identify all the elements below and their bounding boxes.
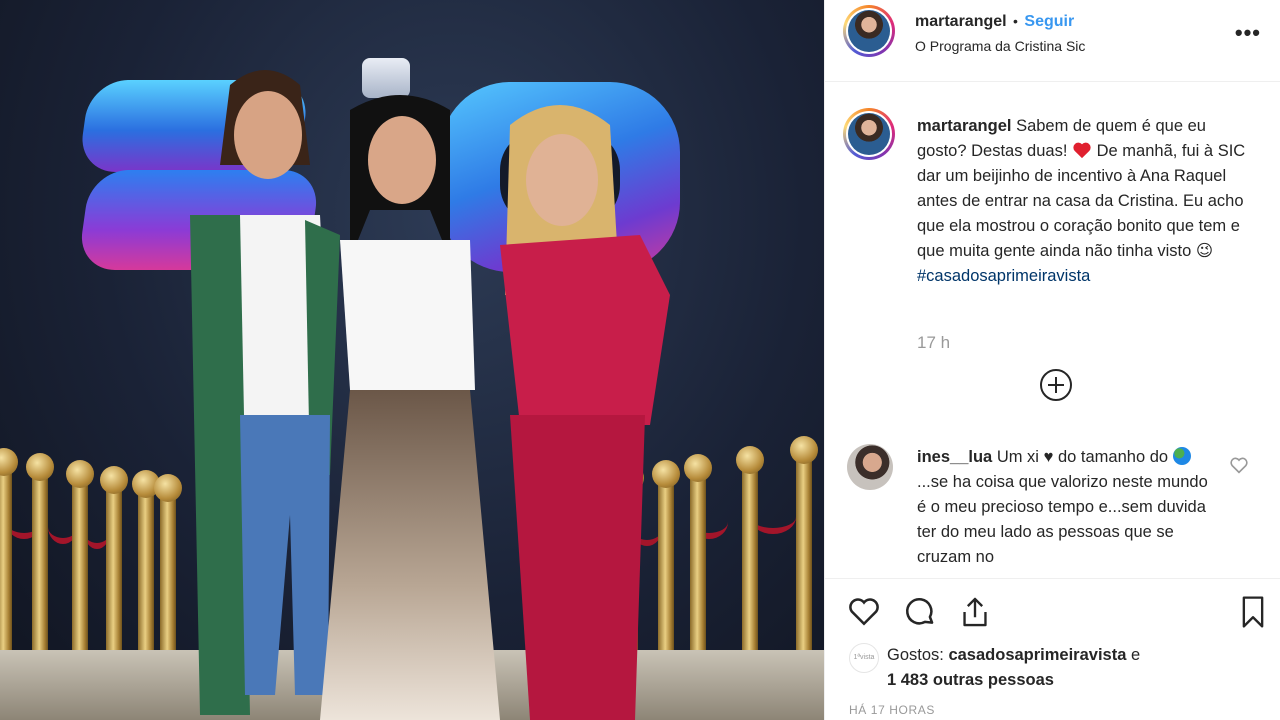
header-text: martarangel • Seguir O Programa da Crist…: [915, 10, 1085, 57]
post-caption: martarangel Sabem de quem é que eu gosto…: [917, 114, 1257, 289]
post-timestamp[interactable]: HÁ 17 HORAS: [849, 703, 935, 717]
person-right: [500, 105, 670, 720]
header-separator: •: [1013, 13, 1018, 29]
red-heart-icon: [1073, 142, 1091, 159]
post-photo[interactable]: [0, 0, 824, 720]
caption-avatar[interactable]: [843, 108, 895, 160]
comment: ines__lua Um xi ♥ do tamanho do ...se ha…: [917, 445, 1217, 570]
globe-icon: [1172, 447, 1191, 465]
black-heart-icon: ♥: [1043, 448, 1054, 466]
heart-outline-icon[interactable]: [847, 595, 881, 627]
comment-text-1: Um xi: [996, 448, 1039, 466]
author-avatar[interactable]: [843, 5, 895, 57]
caption-hashtag[interactable]: #casadosaprimeiravista: [917, 267, 1090, 285]
author-username[interactable]: martarangel: [915, 13, 1007, 30]
post-actions: 1ªvista Gostos: casadosaprimeiravista e …: [825, 578, 1280, 720]
stanchion-post: [0, 448, 18, 680]
caption-time: 17 h: [917, 333, 951, 352]
likes-prefix: Gostos:: [887, 646, 944, 664]
post-location[interactable]: O Programa da Cristina Sic: [915, 35, 1085, 57]
more-icon[interactable]: •••: [1235, 20, 1261, 46]
author-avatar-image: [848, 10, 890, 52]
comment-username[interactable]: ines__lua: [917, 448, 992, 466]
plus-circle-icon[interactable]: [1040, 369, 1072, 401]
first-liker[interactable]: casadosaprimeiravista: [948, 646, 1126, 664]
others-likes-link[interactable]: 1 483 outras pessoas: [887, 671, 1054, 689]
comment-text-2: do tamanho do: [1057, 448, 1169, 466]
comment-like-icon[interactable]: [1229, 456, 1249, 474]
comment-text-3: ...se ha coisa que valorizo neste mundo …: [917, 473, 1208, 566]
bookmark-icon[interactable]: [1239, 595, 1267, 629]
wink-emoji-icon: 😉: [1195, 242, 1214, 260]
share-icon[interactable]: [959, 595, 991, 629]
comment-icon[interactable]: [903, 595, 937, 629]
post-side-panel: martarangel • Seguir O Programa da Crist…: [824, 0, 1280, 720]
likes-connector: e: [1131, 646, 1141, 664]
likes-summary: Gostos: casadosaprimeiravista e 1 483 ou…: [887, 643, 1187, 693]
commenter-avatar[interactable]: [847, 444, 893, 490]
caption-username[interactable]: martarangel: [917, 117, 1011, 135]
follow-button[interactable]: Seguir: [1024, 13, 1074, 30]
liker-avatar[interactable]: 1ªvista: [849, 643, 879, 673]
caption-avatar-image: [848, 113, 890, 155]
stanchion-post: [790, 436, 818, 680]
caption-avatar-inner: [846, 111, 892, 157]
stanchion-post: [736, 446, 764, 680]
post-header: martarangel • Seguir O Programa da Crist…: [825, 0, 1280, 82]
author-avatar-inner: [846, 8, 892, 54]
instagram-post-view: martarangel • Seguir O Programa da Crist…: [0, 0, 1280, 720]
